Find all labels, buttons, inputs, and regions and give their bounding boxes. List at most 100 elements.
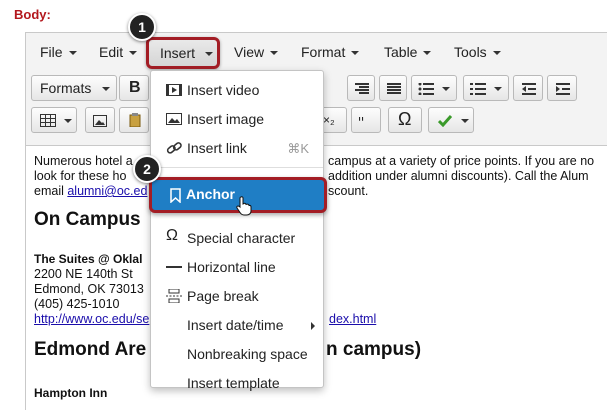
hotel-address-1: 2200 NE 140th St <box>34 267 133 281</box>
chevron-down-icon <box>492 51 501 56</box>
formats-label: Formats <box>40 80 92 96</box>
chevron-down-icon <box>205 52 213 56</box>
align-justify-button[interactable] <box>379 75 407 101</box>
image-icon <box>166 113 182 125</box>
bullet-list-icon <box>418 83 434 95</box>
bold-button[interactable]: B <box>119 75 149 101</box>
link-icon <box>166 142 182 154</box>
menu-tools[interactable]: Tools <box>454 44 501 60</box>
menu-item-label: Special character <box>187 230 296 246</box>
chevron-down-icon <box>423 51 432 56</box>
menu-item-horizontal-line[interactable]: Horizontal line <box>151 253 323 281</box>
heading-edmond-a: Edmond Are <box>34 339 147 360</box>
insert-menu-dropdown: Insert video Insert image Insert link ⌘K… <box>150 70 324 391</box>
page-break-icon <box>166 289 182 303</box>
menu-item-special-character[interactable]: Ω Special character <box>151 224 323 252</box>
content-para-line1b: campus at a variety of price points. If … <box>328 154 595 168</box>
special-character-button[interactable]: Ω <box>388 107 422 133</box>
menu-item-insert-video[interactable]: Insert video <box>151 76 323 104</box>
step-callout-2: 2 <box>133 155 161 183</box>
menu-item-insert-image[interactable]: Insert image <box>151 105 323 133</box>
video-icon <box>166 84 182 96</box>
menu-format-label: Format <box>301 44 346 60</box>
menu-item-label: Nonbreaking space <box>187 346 308 362</box>
align-right-button[interactable] <box>347 75 375 101</box>
menu-item-insert-link[interactable]: Insert link ⌘K <box>151 134 323 162</box>
image-button[interactable] <box>85 107 115 133</box>
menu-file[interactable]: File <box>40 44 77 60</box>
omega-icon: Ω <box>166 227 178 244</box>
chevron-down-icon <box>461 119 469 123</box>
table-icon <box>40 114 56 127</box>
align-justify-icon <box>387 83 401 94</box>
menu-tools-label: Tools <box>454 44 487 60</box>
indent-icon <box>556 83 570 95</box>
bookmark-icon <box>170 188 181 203</box>
menu-view-label: View <box>234 44 265 60</box>
numbered-list-button[interactable] <box>463 75 509 101</box>
alumni-email-link[interactable]: alumni@oc.ed <box>67 184 147 198</box>
chevron-down-icon <box>102 87 110 91</box>
menu-item-page-break[interactable]: Page break <box>151 282 323 310</box>
outdent-icon <box>522 83 536 95</box>
checkmark-icon <box>438 115 452 127</box>
hotel-name: The Suites @ Oklal <box>34 252 143 266</box>
menu-table[interactable]: Table <box>384 44 432 60</box>
menu-edit-label: Edit <box>99 44 124 60</box>
chevron-down-icon <box>64 119 72 123</box>
bold-label: B <box>129 79 141 96</box>
align-right-icon <box>355 83 369 94</box>
menu-item-label: Insert link <box>187 140 247 156</box>
content-para-line3: email alumni@oc.ed <box>34 184 147 199</box>
content-para-line2a: look for these ho <box>34 169 127 183</box>
shortcut-label: ⌘K <box>287 141 309 156</box>
menu-insert-label: Insert <box>160 45 196 61</box>
hotel-phone: (405) 425-1010 <box>34 297 120 311</box>
horizontal-line-icon <box>166 266 182 268</box>
hand-cursor-icon <box>236 196 252 216</box>
menu-item-nonbreaking-space[interactable]: Nonbreaking space <box>151 340 323 368</box>
menu-item-label: Insert image <box>187 111 265 127</box>
menu-view[interactable]: View <box>234 44 279 60</box>
hotel-address-2: Edmond, OK 73013 <box>34 282 144 296</box>
hampton-inn: Hampton Inn <box>34 386 108 400</box>
numbered-list-icon <box>470 83 486 95</box>
menu-item-insert-datetime[interactable]: Insert date/time <box>151 311 323 339</box>
menu-item-label: Horizontal line <box>187 259 276 275</box>
menu-item-label: Anchor <box>186 186 235 202</box>
hotel-link-b[interactable]: dex.html <box>329 312 376 327</box>
chevron-down-icon <box>68 51 77 56</box>
hotel-link-a[interactable]: http://www.oc.edu/se <box>34 312 149 327</box>
menu-divider <box>151 167 323 168</box>
chevron-right-icon <box>311 322 315 330</box>
outdent-button[interactable] <box>513 75 543 101</box>
chevron-down-icon <box>442 87 450 91</box>
bullet-list-button[interactable] <box>411 75 457 101</box>
paste-button[interactable] <box>119 107 149 133</box>
content-para-line3b: scount. <box>328 184 369 198</box>
chevron-down-icon <box>351 51 360 56</box>
superscript-label: ײ <box>358 113 365 127</box>
menu-table-label: Table <box>384 44 418 60</box>
menu-format[interactable]: Format <box>301 44 360 60</box>
menu-item-insert-template[interactable]: Insert template <box>151 369 323 397</box>
menu-item-label: Insert date/time <box>187 317 284 333</box>
superscript-button[interactable]: ײ <box>351 107 381 133</box>
chevron-down-icon <box>494 87 502 91</box>
omega-icon: Ω <box>398 109 412 129</box>
menu-item-anchor[interactable]: Anchor <box>149 177 327 216</box>
heading-on-campus: On Campus <box>34 209 141 230</box>
menu-item-label: Insert template <box>187 375 280 391</box>
formats-dropdown[interactable]: Formats <box>31 75 117 101</box>
content-para-line2b: addition under alumni discounts). Call t… <box>328 169 589 183</box>
image-icon <box>93 115 107 127</box>
menu-item-label: Insert video <box>187 82 260 98</box>
menu-insert[interactable]: Insert <box>146 37 220 69</box>
table-button[interactable] <box>31 107 77 133</box>
clipboard-icon <box>129 113 141 127</box>
spellcheck-button[interactable] <box>428 107 474 133</box>
indent-button[interactable] <box>547 75 577 101</box>
editor-menubar: File Edit Insert View Format Table Tools <box>26 33 607 71</box>
menu-edit[interactable]: Edit <box>99 44 138 60</box>
body-field-label: Body: <box>14 7 51 22</box>
